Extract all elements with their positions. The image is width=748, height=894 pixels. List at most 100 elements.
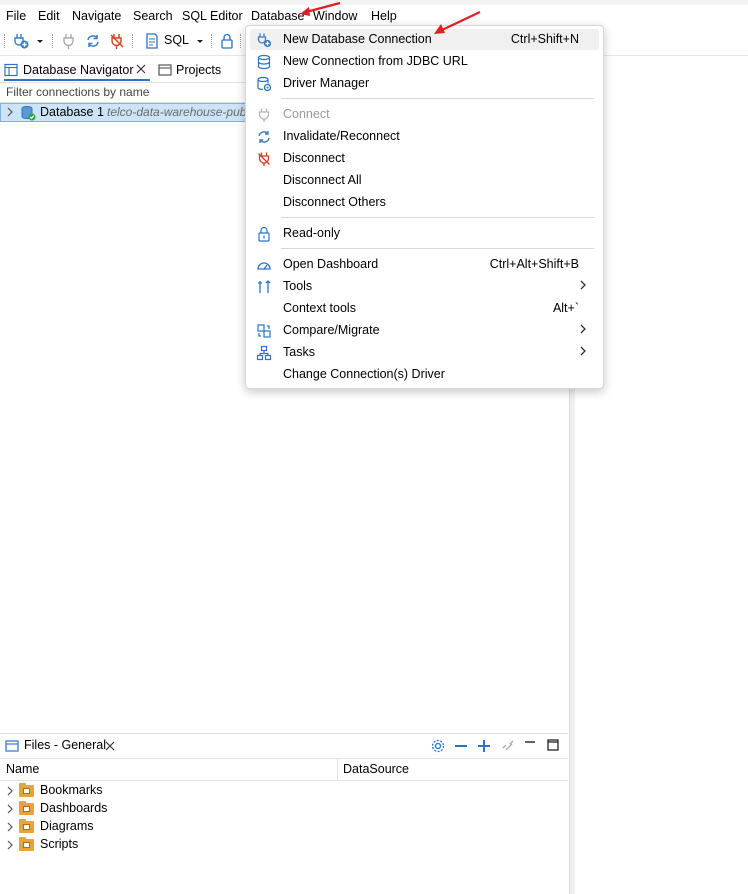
chevron-right-icon[interactable] xyxy=(6,803,14,818)
menu-item-shortcut: Alt+` xyxy=(552,301,579,315)
toolbar-separator xyxy=(240,34,242,48)
menu-help[interactable]: Help xyxy=(371,8,397,24)
close-icon[interactable] xyxy=(104,739,116,753)
close-icon[interactable] xyxy=(135,62,147,76)
dashboards-folder-icon xyxy=(19,801,34,815)
tab-database-navigator[interactable]: Database Navigator xyxy=(4,61,150,81)
files-icon xyxy=(5,739,19,753)
menu-item-label: Disconnect xyxy=(283,151,345,165)
menu-sql-editor[interactable]: SQL Editor xyxy=(182,8,243,24)
menu-item-label: Disconnect All xyxy=(283,173,362,187)
menu-item-label: Invalidate/Reconnect xyxy=(283,129,400,143)
link-icon[interactable] xyxy=(500,738,516,754)
driver-manager-icon xyxy=(256,76,272,92)
files-panel-title[interactable]: Files - General xyxy=(24,738,106,752)
submenu-arrow-icon xyxy=(579,344,587,361)
files-panel-header: Files - General xyxy=(0,733,568,759)
navigator-icon xyxy=(4,63,18,77)
menu-item-tasks[interactable]: Tasks xyxy=(250,342,599,363)
database-icon xyxy=(256,54,272,70)
menu-item-label: Tools xyxy=(283,279,313,293)
tab-label: Database Navigator xyxy=(23,63,134,77)
chevron-right-icon[interactable] xyxy=(6,821,14,836)
submenu-arrow-icon xyxy=(579,278,587,295)
reconnect-icon[interactable] xyxy=(84,32,102,50)
folder-label: Bookmarks xyxy=(40,783,103,797)
tree-row-database-1[interactable]: Database 1 telco-data-warehouse-pub xyxy=(0,103,250,122)
column-header-name[interactable]: Name xyxy=(6,762,39,776)
menu-edit[interactable]: Edit xyxy=(38,8,60,24)
menu-item-label: Tasks xyxy=(283,345,315,359)
list-item-dashboards[interactable]: Dashboards xyxy=(0,800,300,818)
menu-item-context-tools[interactable]: Context tools Alt+` xyxy=(250,298,599,319)
list-item-scripts[interactable]: Scripts xyxy=(0,836,300,854)
projects-icon xyxy=(158,63,172,77)
column-divider[interactable] xyxy=(337,758,338,780)
menu-item-label: Connect xyxy=(283,107,330,121)
tasks-icon xyxy=(256,345,272,361)
annotation-arrow-icon xyxy=(434,11,481,34)
lock-icon[interactable] xyxy=(218,32,236,50)
toolbar-separator xyxy=(132,34,134,48)
chevron-right-icon[interactable] xyxy=(6,785,14,800)
filter-connections-input[interactable] xyxy=(0,84,246,100)
menu-item-new-connection-jdbc[interactable]: New Connection from JDBC URL xyxy=(250,51,599,72)
expand-icon[interactable] xyxy=(476,738,492,754)
menu-separator xyxy=(281,217,594,218)
menu-item-open-dashboard[interactable]: Open Dashboard Ctrl+Alt+Shift+B xyxy=(250,254,599,275)
menu-search[interactable]: Search xyxy=(133,8,173,24)
menu-item-label: Open Dashboard xyxy=(283,257,379,271)
reconnect-icon xyxy=(256,129,272,145)
minimize-icon[interactable] xyxy=(524,737,536,751)
menu-bar: File Edit Navigate Search SQL Editor Dat… xyxy=(0,5,748,27)
compare-icon xyxy=(256,323,272,339)
menu-item-new-database-connection[interactable]: New Database Connection Ctrl+Shift+N xyxy=(250,29,599,50)
folder-label: Scripts xyxy=(40,837,79,851)
menu-item-driver-manager[interactable]: Driver Manager xyxy=(250,73,599,94)
list-item-bookmarks[interactable]: Bookmarks xyxy=(0,782,300,800)
new-connection-icon[interactable] xyxy=(12,32,30,50)
menu-item-label: Driver Manager xyxy=(283,76,370,90)
menu-separator xyxy=(281,248,594,249)
settings-gear-icon[interactable] xyxy=(430,738,446,754)
disconnect-icon[interactable] xyxy=(108,32,126,50)
menu-item-compare-migrate[interactable]: Compare/Migrate xyxy=(250,320,599,341)
menu-item-invalidate-reconnect[interactable]: Invalidate/Reconnect xyxy=(250,126,599,147)
connect-plug-icon[interactable] xyxy=(60,32,78,50)
menu-item-read-only[interactable]: Read-only xyxy=(250,223,599,244)
menu-item-disconnect-all[interactable]: Disconnect All xyxy=(250,170,599,191)
menu-item-connect[interactable]: Connect xyxy=(250,104,599,125)
menu-item-label: Compare/Migrate xyxy=(283,323,380,337)
chevron-down-icon[interactable] xyxy=(34,32,46,50)
chevron-right-icon[interactable] xyxy=(6,839,14,854)
menu-item-disconnect[interactable]: Disconnect xyxy=(250,148,599,169)
menu-navigate[interactable]: Navigate xyxy=(72,8,121,24)
chevron-right-icon[interactable] xyxy=(6,106,14,121)
toolbar-separator xyxy=(52,34,54,48)
maximize-icon[interactable] xyxy=(547,738,559,752)
sql-editor-icon[interactable] xyxy=(143,32,161,50)
diagrams-folder-icon xyxy=(19,819,34,833)
tools-icon xyxy=(256,279,272,295)
tab-projects[interactable]: Projects xyxy=(158,61,228,79)
folder-label: Dashboards xyxy=(40,801,108,815)
collapse-icon[interactable] xyxy=(453,738,469,754)
menu-separator xyxy=(281,98,594,99)
connection-description: telco-data-warehouse-pub xyxy=(107,105,247,119)
menu-item-label: Change Connection(s) Driver xyxy=(283,367,445,381)
menu-item-change-connection-driver[interactable]: Change Connection(s) Driver xyxy=(250,364,599,385)
menu-item-shortcut: Ctrl+Shift+N xyxy=(510,32,579,46)
list-item-diagrams[interactable]: Diagrams xyxy=(0,818,300,836)
disconnect-icon xyxy=(256,151,272,167)
menu-file[interactable]: File xyxy=(6,8,26,24)
folder-label: Diagrams xyxy=(40,819,94,833)
column-header-datasource[interactable]: DataSource xyxy=(343,762,409,776)
menu-item-label: Disconnect Others xyxy=(283,195,386,209)
chevron-down-icon[interactable] xyxy=(194,32,206,50)
dashboard-icon xyxy=(256,257,272,273)
sql-button-label[interactable]: SQL xyxy=(164,33,189,47)
toolbar-separator xyxy=(4,34,6,48)
database-menu-dropdown: New Database Connection Ctrl+Shift+N New… xyxy=(245,25,604,389)
menu-item-disconnect-others[interactable]: Disconnect Others xyxy=(250,192,599,213)
menu-item-tools[interactable]: Tools xyxy=(250,276,599,297)
